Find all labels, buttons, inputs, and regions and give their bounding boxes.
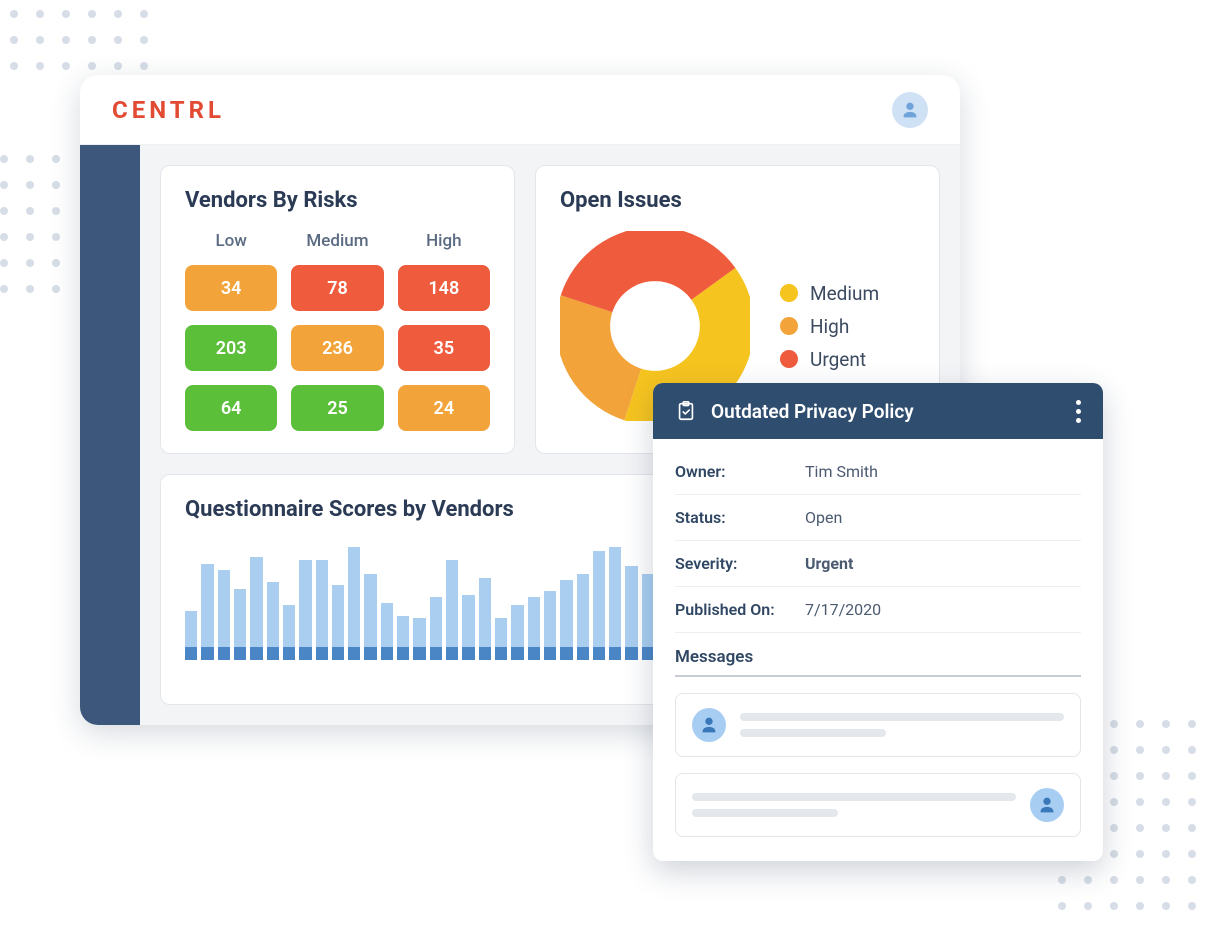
card-title: Vendors By Risks xyxy=(185,188,490,213)
kv-owner: Owner: Tim Smith xyxy=(675,449,1081,495)
score-bar xyxy=(381,603,393,660)
vendors-by-risk-card: Vendors By Risks Low Medium High 34 78 148 203… xyxy=(160,165,515,454)
risk-tile[interactable]: 78 xyxy=(291,265,383,311)
kv-published: Published On: 7/17/2020 xyxy=(675,587,1081,633)
message-text-placeholder xyxy=(692,793,1016,817)
score-bar xyxy=(316,560,328,661)
score-bar xyxy=(218,570,230,660)
risk-tile[interactable]: 34 xyxy=(185,265,277,311)
message-item[interactable] xyxy=(675,773,1081,837)
score-bar xyxy=(267,582,279,660)
risk-tile[interactable]: 148 xyxy=(398,265,490,311)
score-bar xyxy=(560,580,572,660)
legend-swatch xyxy=(780,284,798,302)
risk-tile[interactable]: 203 xyxy=(185,325,277,371)
person-icon xyxy=(899,99,921,121)
risk-column-header: High xyxy=(398,231,490,251)
person-icon xyxy=(698,714,720,736)
kv-status: Status: Open xyxy=(675,495,1081,541)
score-bar xyxy=(348,547,360,660)
score-bar xyxy=(185,611,197,660)
risk-tile[interactable]: 64 xyxy=(185,385,277,431)
message-avatar xyxy=(692,708,726,742)
score-bar xyxy=(430,597,442,660)
risk-tile[interactable]: 236 xyxy=(291,325,383,371)
risk-tile[interactable]: 35 xyxy=(398,325,490,371)
score-bar xyxy=(609,547,621,660)
score-bar xyxy=(299,560,311,661)
clipboard-check-icon xyxy=(675,400,697,422)
score-bar xyxy=(544,591,556,660)
score-bar xyxy=(332,585,344,661)
score-bar xyxy=(462,595,474,660)
brand-logo: CENTRL xyxy=(112,96,225,124)
score-bar xyxy=(364,574,376,660)
score-bar xyxy=(479,578,491,660)
person-icon xyxy=(1036,794,1058,816)
score-bar xyxy=(495,618,507,660)
score-bar xyxy=(511,605,523,660)
legend-item: Urgent xyxy=(780,348,879,371)
risk-column-header: Medium xyxy=(291,231,383,251)
legend-label: Medium xyxy=(810,282,879,305)
user-avatar[interactable] xyxy=(892,92,928,128)
score-bar xyxy=(577,574,589,660)
message-avatar xyxy=(1030,788,1064,822)
panel-header: Outdated Privacy Policy xyxy=(653,383,1103,439)
message-text-placeholder xyxy=(740,713,1064,737)
sidebar xyxy=(80,145,140,725)
score-bar xyxy=(250,557,262,660)
legend-label: High xyxy=(810,315,849,338)
more-menu-button[interactable] xyxy=(1076,400,1081,423)
risk-tile[interactable]: 25 xyxy=(291,385,383,431)
score-bar xyxy=(234,589,246,660)
legend-item: Medium xyxy=(780,282,879,305)
messages-heading: Messages xyxy=(675,647,1081,677)
legend-swatch xyxy=(780,317,798,335)
legend-label: Urgent xyxy=(810,348,866,371)
message-item[interactable] xyxy=(675,693,1081,757)
topbar: CENTRL xyxy=(80,75,960,145)
score-bar xyxy=(593,551,605,660)
legend-swatch xyxy=(780,350,798,368)
score-bar xyxy=(283,605,295,660)
score-bar xyxy=(446,560,458,661)
score-bar xyxy=(625,566,637,660)
legend-item: High xyxy=(780,315,879,338)
decorative-dots xyxy=(10,10,148,70)
decorative-dots xyxy=(0,155,60,293)
risk-column-header: Low xyxy=(185,231,277,251)
score-bar xyxy=(201,564,213,660)
issue-detail-panel: Outdated Privacy Policy Owner: Tim Smith… xyxy=(653,383,1103,861)
panel-title: Outdated Privacy Policy xyxy=(711,400,914,423)
risk-tile[interactable]: 24 xyxy=(398,385,490,431)
score-bar xyxy=(413,618,425,660)
kv-severity: Severity: Urgent xyxy=(675,541,1081,587)
score-bar xyxy=(528,597,540,660)
card-title: Open Issues xyxy=(560,188,915,213)
score-bar xyxy=(397,616,409,660)
